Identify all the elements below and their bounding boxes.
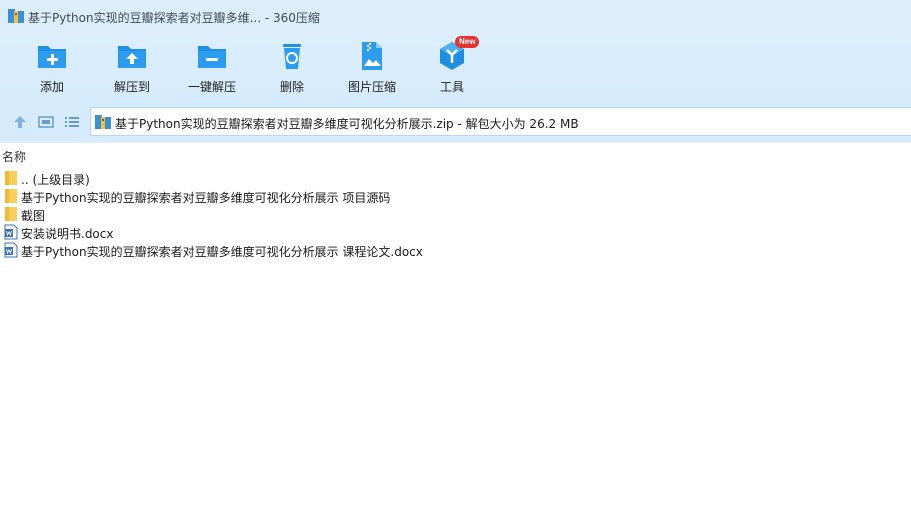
delete-label: 删除 [279,80,304,94]
image-compress-label: 图片压缩 [347,80,396,94]
file-list: 名称 .. (上级目录) 基于Python实现的豆瓣探索者对豆瓣多维度可视化分析… [0,142,911,523]
tools-button[interactable]: New 工具 [415,36,489,100]
add-folder-icon [38,46,66,68]
list-item[interactable]: 安装说明书.docx [0,223,911,241]
new-badge: New [455,36,480,48]
word-document-icon [4,224,18,240]
title-bar: 基于Python实现的豆瓣探索者对豆瓣多维... - 360压缩 [0,0,911,32]
address-bar[interactable]: 基于Python实现的豆瓣探索者对豆瓣多维度可视化分析展示.zip - 解包大小… [90,107,911,136]
address-row: 基于Python实现的豆瓣探索者对豆瓣多维度可视化分析展示.zip - 解包大小… [0,102,911,142]
window-title: 基于Python实现的豆瓣探索者对豆瓣多维... - 360压缩 [28,11,320,25]
folder-icon [5,207,17,221]
name-column-header[interactable]: 名称 [0,142,911,165]
image-compress-icon [362,42,382,70]
list-item[interactable]: .. (上级目录) [0,169,911,187]
list-item[interactable]: 截图 [0,205,911,223]
archive-path: 基于Python实现的豆瓣探索者对豆瓣多维度可视化分析展示.zip - 解包大小… [115,117,579,131]
extract-to-icon [118,46,146,68]
extract-to-button[interactable]: 解压到 [95,38,169,100]
zip-archive-icon [8,9,24,23]
folder-icon [5,189,17,203]
extract-to-label: 解压到 [113,80,150,94]
one-click-extract-icon [198,46,226,68]
toolbar: 添加 解压到 一键解压 删除 图片压缩 New 工具 [0,32,911,102]
list-item[interactable]: 基于Python实现的豆瓣探索者对豆瓣多维度可视化分析展示 课程论文.docx [0,241,911,259]
one-click-extract-button[interactable]: 一键解压 [175,38,249,100]
word-document-icon [4,242,18,258]
list-view-icon[interactable] [64,114,80,130]
item-name: 基于Python实现的豆瓣探索者对豆瓣多维度可视化分析展示 课程论文.docx [21,245,423,259]
folder-icon [5,171,17,185]
one-click-extract-label: 一键解压 [187,80,236,94]
item-name: 安装说明书.docx [21,227,114,241]
delete-button[interactable]: 删除 [255,38,329,100]
name-column-label: 名称 [2,150,27,164]
item-name: 截图 [21,209,46,223]
view-mode-icon[interactable] [38,114,54,130]
image-compress-button[interactable]: 图片压缩 [335,38,409,100]
recycle-bin-icon [283,44,301,69]
zip-archive-icon [95,115,111,129]
add-label: 添加 [39,80,64,94]
tools-label: 工具 [439,80,464,94]
list-item[interactable]: 基于Python实现的豆瓣探索者对豆瓣多维度可视化分析展示 项目源码 [0,187,911,205]
arrow-up-icon[interactable] [12,114,28,130]
item-name: 基于Python实现的豆瓣探索者对豆瓣多维度可视化分析展示 项目源码 [21,191,391,205]
item-name: .. (上级目录) [21,173,90,187]
add-button[interactable]: 添加 [15,38,89,100]
